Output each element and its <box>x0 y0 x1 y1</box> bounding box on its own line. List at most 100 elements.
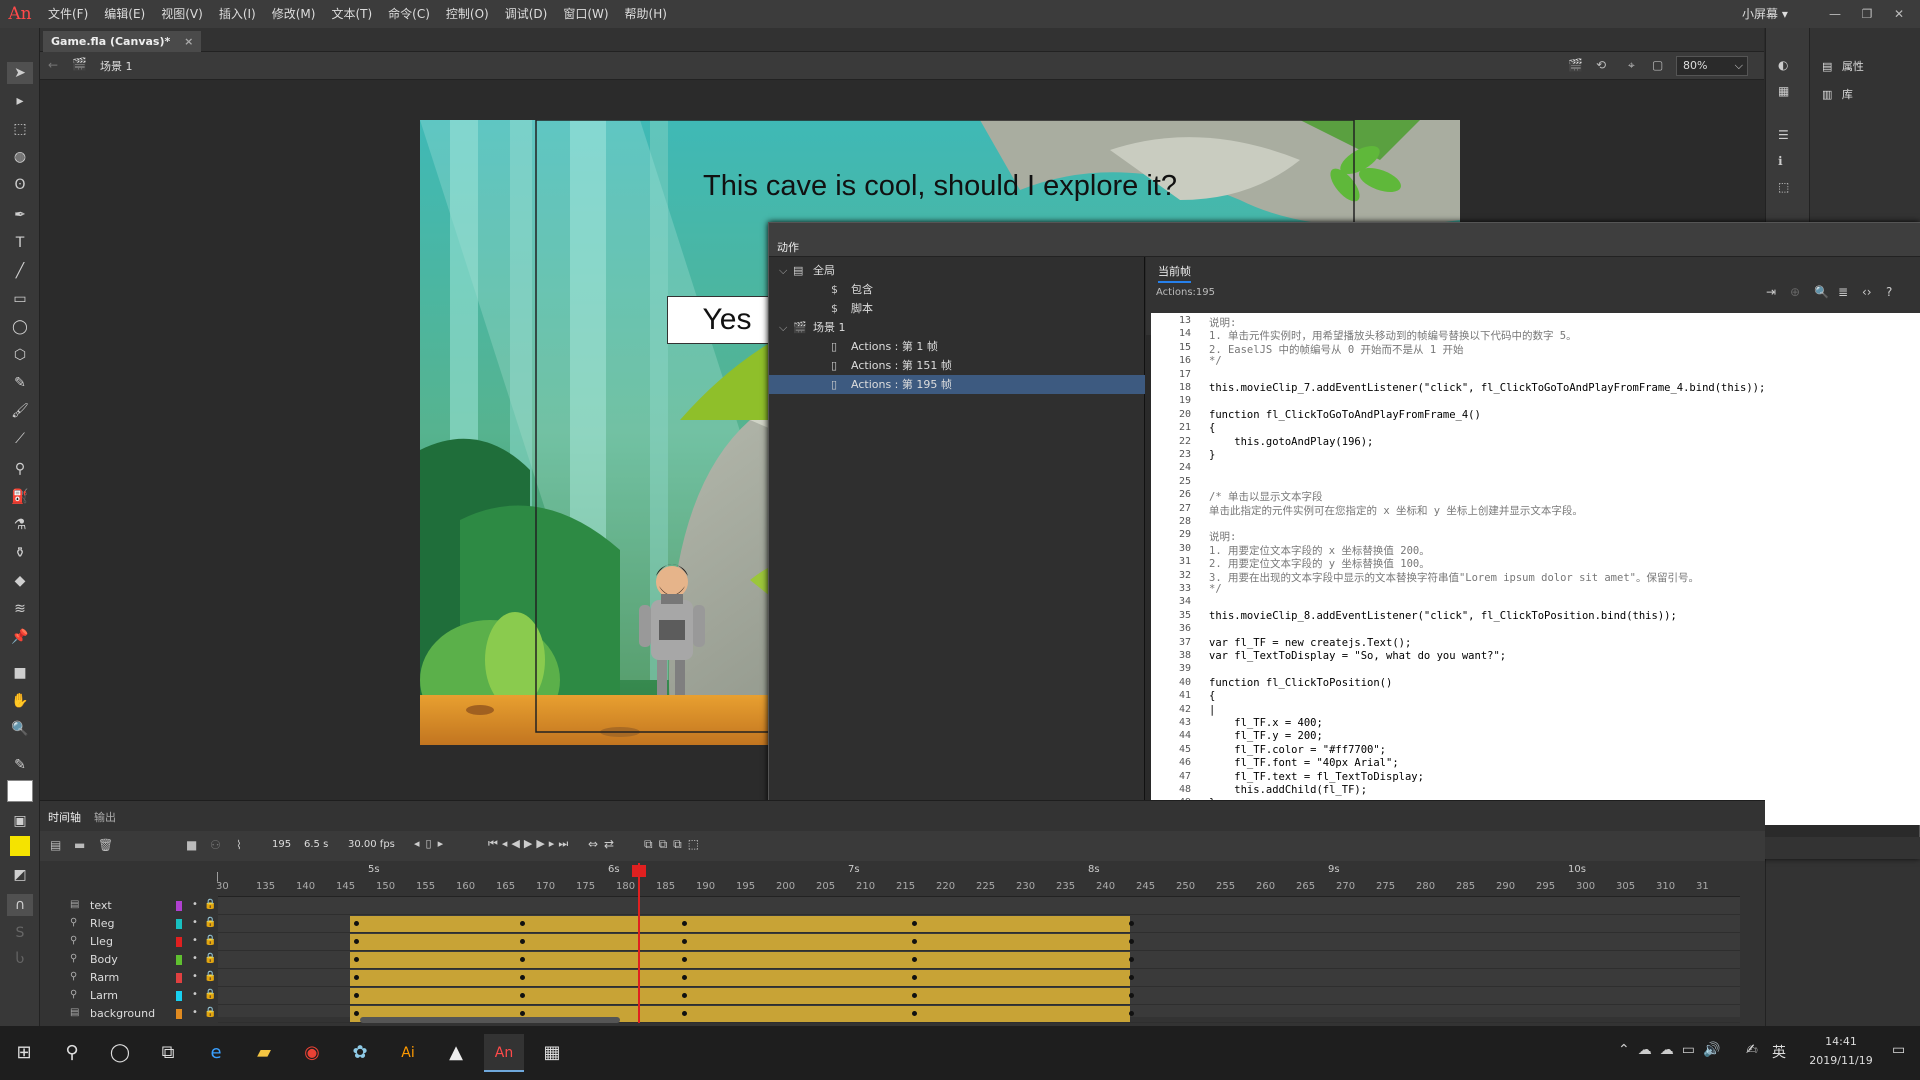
layer-row[interactable]: ▤ background • 🔒 <box>40 1005 218 1023</box>
file-explorer-icon[interactable]: ▰ <box>244 1034 284 1072</box>
oval-tool-icon[interactable]: ◯ <box>7 316 33 338</box>
visibility-icon[interactable]: • <box>192 917 198 928</box>
visibility-icon[interactable]: • <box>192 899 198 910</box>
keyframe[interactable] <box>354 939 359 944</box>
lock-icon[interactable]: 🔒 <box>204 989 216 1000</box>
restore-button[interactable]: ❐ <box>1852 0 1882 28</box>
bone-tool-icon[interactable]: ⚲ <box>7 458 33 480</box>
hand-tool-icon[interactable]: ✋ <box>7 690 33 712</box>
keyframe[interactable] <box>520 939 525 944</box>
current-frame-tab[interactable]: 当前帧 <box>1158 263 1191 283</box>
ime-indicator[interactable]: 英 <box>1772 1042 1786 1062</box>
tween-span[interactable] <box>350 916 1130 932</box>
graph-icon[interactable]: ⌇ <box>236 838 242 852</box>
chevron-down-icon[interactable]: ⌵ <box>779 318 793 337</box>
onion-skin-controls[interactable]: ◂▯▸ <box>414 837 449 850</box>
animate-taskbar-icon[interactable]: An <box>484 1034 524 1072</box>
keyframe[interactable] <box>682 1011 687 1016</box>
keyframe[interactable] <box>1129 921 1134 926</box>
keyframe[interactable] <box>1129 1011 1134 1016</box>
timeline-scrollbar[interactable] <box>360 1017 620 1023</box>
pen-icon[interactable]: ✍ <box>1746 1042 1758 1058</box>
task-view-icon[interactable]: ⧉ <box>148 1034 188 1072</box>
keyframe[interactable] <box>682 975 687 980</box>
selection-tool-icon[interactable]: ➤ <box>7 62 33 84</box>
back-arrow-icon[interactable]: ← <box>48 58 58 72</box>
camera-icon[interactable]: ■ <box>186 838 197 852</box>
script-tree-item[interactable]: ⌵ 🎬 场景 1 <box>769 318 1145 337</box>
menu-item[interactable]: 窗口(W) <box>555 0 616 28</box>
paint-brush-icon[interactable]: 🖌 <box>7 400 33 422</box>
keyframe[interactable] <box>1129 993 1134 998</box>
visibility-icon[interactable]: • <box>192 935 198 946</box>
output-tab[interactable]: 输出 <box>94 809 116 825</box>
keyframe[interactable] <box>354 975 359 980</box>
keyframe[interactable] <box>682 993 687 998</box>
layer-color-swatch[interactable] <box>176 991 182 1001</box>
3d-rotation-icon[interactable]: ◍ <box>7 146 33 168</box>
brush-tool-icon[interactable]: ⟋ <box>7 428 33 450</box>
script-tree-item[interactable]: ▯ Actions : 第 151 帧 <box>769 356 1145 375</box>
fill-color-swatch[interactable] <box>10 836 30 856</box>
lasso-icon[interactable]: ʘ <box>7 174 33 196</box>
menu-item[interactable]: 视图(V) <box>153 0 211 28</box>
playhead[interactable] <box>638 863 640 1023</box>
tween-span[interactable] <box>350 988 1130 1004</box>
lock-icon[interactable]: 🔒 <box>204 1007 216 1018</box>
layer-row[interactable]: ⚲ Rleg • 🔒 <box>40 915 218 933</box>
keyframe[interactable] <box>520 975 525 980</box>
script-tree-item[interactable]: $ 脚本 <box>769 299 1145 318</box>
keyframe[interactable] <box>520 993 525 998</box>
lock-icon[interactable]: 🔒 <box>204 953 216 964</box>
script-tree-item[interactable]: ⌵ ▤ 全局 <box>769 261 1145 280</box>
search-icon[interactable]: ⚲ <box>52 1034 92 1072</box>
photos-icon[interactable]: ▲ <box>436 1034 476 1072</box>
find-icon[interactable]: 🔍 <box>1814 285 1829 299</box>
keyframe[interactable] <box>1129 957 1134 962</box>
lock-icon[interactable]: 🔒 <box>204 971 216 982</box>
lock-icon[interactable]: 🔒 <box>204 917 216 928</box>
current-frame-field[interactable]: 195 <box>272 839 291 850</box>
layer-color-swatch[interactable] <box>176 937 182 947</box>
keyframe[interactable] <box>354 921 359 926</box>
tween-span[interactable] <box>350 934 1130 950</box>
new-folder-icon[interactable]: ▬ <box>74 838 85 852</box>
frame-row[interactable] <box>218 987 1740 1005</box>
help-icon[interactable]: ? <box>1886 285 1892 299</box>
fps-field[interactable]: 30.00 fps <box>348 839 395 850</box>
script-tree-item[interactable]: $ 包含 <box>769 280 1145 299</box>
keyframe[interactable] <box>520 921 525 926</box>
frame-row[interactable] <box>218 933 1740 951</box>
asset-warp-icon[interactable]: 📌 <box>7 626 33 648</box>
playhead-handle[interactable] <box>632 865 646 877</box>
document-tab[interactable]: Game.fla (Canvas)* × <box>43 31 202 52</box>
keyframe[interactable] <box>682 939 687 944</box>
menu-item[interactable]: 插入(I) <box>211 0 264 28</box>
zoom-select[interactable]: 80% ⌵ <box>1676 56 1748 76</box>
eraser-icon[interactable]: ◆ <box>7 570 33 592</box>
layer-row[interactable]: ▤ text • 🔒 <box>40 897 218 915</box>
center-stage-icon[interactable]: ⌖ <box>1628 58 1635 73</box>
library-tab[interactable]: ▥ 库 <box>1822 86 1853 102</box>
timeline-tab[interactable]: 时间轴 <box>48 809 81 825</box>
illustrator-icon[interactable]: Ai <box>388 1034 428 1072</box>
ink-bottle-icon[interactable]: ⚗ <box>7 514 33 536</box>
pen-tool-icon[interactable]: ✒ <box>7 204 33 226</box>
document-tab-close-icon[interactable]: × <box>184 35 193 48</box>
layer-row[interactable]: ⚲ Larm • 🔒 <box>40 987 218 1005</box>
swatches-icon[interactable]: ▦ <box>1778 84 1789 98</box>
tween-span[interactable] <box>350 970 1130 986</box>
keyframe[interactable] <box>1129 939 1134 944</box>
keyframe[interactable] <box>354 993 359 998</box>
menu-item[interactable]: 编辑(E) <box>96 0 153 28</box>
snap-magnet-icon[interactable]: ∩ <box>7 894 33 916</box>
layer-color-swatch[interactable] <box>176 955 182 965</box>
menu-item[interactable]: 调试(D) <box>497 0 556 28</box>
calculator-icon[interactable]: ▦ <box>532 1034 572 1072</box>
format-code-icon[interactable]: ≣ <box>1838 285 1848 299</box>
properties-tab[interactable]: ▤ 属性 <box>1822 58 1864 74</box>
frame-row[interactable] <box>218 915 1740 933</box>
chrome-icon[interactable]: ◉ <box>292 1034 332 1072</box>
color-panel-icon[interactable]: ◐ <box>1778 58 1788 72</box>
line-tool-icon[interactable]: ╱ <box>7 260 33 282</box>
